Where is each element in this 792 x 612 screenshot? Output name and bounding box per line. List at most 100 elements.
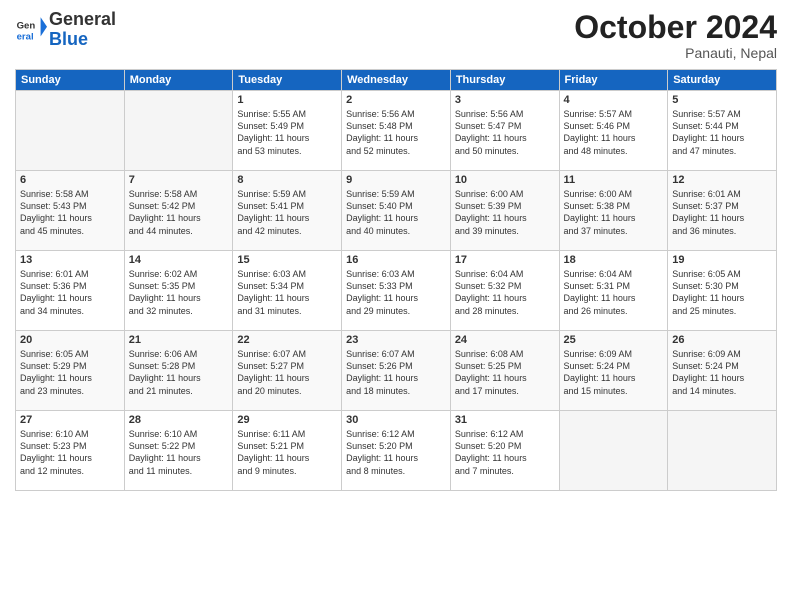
day-info: Sunrise: 6:12 AM Sunset: 5:20 PM Dayligh… [455, 428, 555, 477]
day-number: 18 [564, 254, 664, 266]
day-info: Sunrise: 6:01 AM Sunset: 5:36 PM Dayligh… [20, 268, 120, 317]
day-info: Sunrise: 6:04 AM Sunset: 5:32 PM Dayligh… [455, 268, 555, 317]
day-number: 28 [129, 414, 229, 426]
day-info: Sunrise: 6:07 AM Sunset: 5:27 PM Dayligh… [237, 348, 337, 397]
day-number: 17 [455, 254, 555, 266]
calendar-cell: 9Sunrise: 5:59 AM Sunset: 5:40 PM Daylig… [342, 171, 451, 251]
day-number: 21 [129, 334, 229, 346]
calendar-cell: 4 Sunrise: 5:57 AM Sunset: 5:46 PM Daylig… [559, 91, 668, 171]
calendar-cell: 24 Sunrise: 6:08 AM Sunset: 5:25 PM Dayli… [450, 331, 559, 411]
day-info: Sunrise: 6:08 AM Sunset: 5:25 PM Dayligh… [455, 348, 555, 397]
calendar-cell: 17 Sunrise: 6:04 AM Sunset: 5:32 PM Dayli… [450, 251, 559, 331]
day-info: Sunrise: 6:03 AM Sunset: 5:33 PM Dayligh… [346, 268, 446, 317]
calendar-cell [16, 91, 125, 171]
calendar-cell: 28 Sunrise: 6:10 AM Sunset: 5:22 PM Dayli… [124, 411, 233, 491]
calendar-cell: 7 Sunrise: 5:58 AM Sunset: 5:42 PM Daylig… [124, 171, 233, 251]
svg-text:Gen: Gen [17, 20, 36, 31]
calendar-cell: 1 Sunrise: 5:55 AM Sunset: 5:49 PM Daylig… [233, 91, 342, 171]
day-info: Sunrise: 6:01 AM Sunset: 5:37 PM Dayligh… [672, 188, 772, 237]
day-info: Sunrise: 5:59 AM Sunset: 5:41 PM Dayligh… [237, 188, 337, 237]
calendar-cell: 23 Sunrise: 6:07 AM Sunset: 5:26 PM Dayli… [342, 331, 451, 411]
header: Gen eral General Blue October 2024 Panau… [15, 10, 777, 61]
day-number: 19 [672, 254, 772, 266]
day-info: Sunrise: 5:56 AM Sunset: 5:47 PM Dayligh… [455, 108, 555, 157]
month-title: October 2024 [574, 10, 777, 45]
logo-icon: Gen eral [15, 14, 47, 46]
day-number: 13 [20, 254, 120, 266]
day-info: Sunrise: 6:11 AM Sunset: 5:21 PM Dayligh… [237, 428, 337, 477]
day-of-week-wednesday: Wednesday [342, 70, 451, 91]
calendar-cell: 3 Sunrise: 5:56 AM Sunset: 5:47 PM Daylig… [450, 91, 559, 171]
day-number: 8 [237, 174, 337, 186]
logo-general: General [49, 10, 116, 30]
calendar-week-3: 13 Sunrise: 6:01 AM Sunset: 5:36 PM Dayli… [16, 251, 777, 331]
calendar-cell: 27 Sunrise: 6:10 AM Sunset: 5:23 PM Dayli… [16, 411, 125, 491]
day-info: Sunrise: 6:10 AM Sunset: 5:22 PM Dayligh… [129, 428, 229, 477]
calendar-cell: 22Sunrise: 6:07 AM Sunset: 5:27 PM Dayli… [233, 331, 342, 411]
day-info: Sunrise: 6:09 AM Sunset: 5:24 PM Dayligh… [564, 348, 664, 397]
calendar-cell: 18 Sunrise: 6:04 AM Sunset: 5:31 PM Dayli… [559, 251, 668, 331]
calendar-cell [668, 411, 777, 491]
day-info: Sunrise: 5:56 AM Sunset: 5:48 PM Dayligh… [346, 108, 446, 157]
calendar-cell: 16 Sunrise: 6:03 AM Sunset: 5:33 PM Dayli… [342, 251, 451, 331]
logo: Gen eral General Blue [15, 10, 116, 50]
calendar-cell: 30 Sunrise: 6:12 AM Sunset: 5:20 PM Dayli… [342, 411, 451, 491]
day-number: 2 [346, 94, 446, 106]
logo-blue: Blue [49, 30, 116, 50]
calendar-cell: 25Sunrise: 6:09 AM Sunset: 5:24 PM Dayli… [559, 331, 668, 411]
calendar-cell: 13 Sunrise: 6:01 AM Sunset: 5:36 PM Dayli… [16, 251, 125, 331]
day-info: Sunrise: 6:07 AM Sunset: 5:26 PM Dayligh… [346, 348, 446, 397]
calendar-cell: 14Sunrise: 6:02 AM Sunset: 5:35 PM Dayli… [124, 251, 233, 331]
day-of-week-thursday: Thursday [450, 70, 559, 91]
calendar-cell: 6 Sunrise: 5:58 AM Sunset: 5:43 PM Daylig… [16, 171, 125, 251]
calendar-week-1: 1 Sunrise: 5:55 AM Sunset: 5:49 PM Daylig… [16, 91, 777, 171]
calendar-cell: 21 Sunrise: 6:06 AM Sunset: 5:28 PM Dayli… [124, 331, 233, 411]
day-of-week-saturday: Saturday [668, 70, 777, 91]
day-number: 24 [455, 334, 555, 346]
day-info: Sunrise: 5:57 AM Sunset: 5:46 PM Dayligh… [564, 108, 664, 157]
calendar-week-4: 20Sunrise: 6:05 AM Sunset: 5:29 PM Dayli… [16, 331, 777, 411]
calendar-week-5: 27 Sunrise: 6:10 AM Sunset: 5:23 PM Dayli… [16, 411, 777, 491]
calendar-cell: 8 Sunrise: 5:59 AM Sunset: 5:41 PM Daylig… [233, 171, 342, 251]
day-info: Sunrise: 6:04 AM Sunset: 5:31 PM Dayligh… [564, 268, 664, 317]
day-info: Sunrise: 5:58 AM Sunset: 5:42 PM Dayligh… [129, 188, 229, 237]
day-number: 23 [346, 334, 446, 346]
calendar-cell: 20Sunrise: 6:05 AM Sunset: 5:29 PM Dayli… [16, 331, 125, 411]
day-number: 29 [237, 414, 337, 426]
day-number: 14 [129, 254, 229, 266]
calendar-cell: 19 Sunrise: 6:05 AM Sunset: 5:30 PM Dayli… [668, 251, 777, 331]
day-info: Sunrise: 6:03 AM Sunset: 5:34 PM Dayligh… [237, 268, 337, 317]
calendar-cell [124, 91, 233, 171]
day-info: Sunrise: 5:55 AM Sunset: 5:49 PM Dayligh… [237, 108, 337, 157]
day-number: 7 [129, 174, 229, 186]
calendar-cell: 29 Sunrise: 6:11 AM Sunset: 5:21 PM Dayli… [233, 411, 342, 491]
day-number: 12 [672, 174, 772, 186]
day-info: Sunrise: 6:05 AM Sunset: 5:30 PM Dayligh… [672, 268, 772, 317]
title-area: October 2024 Panauti, Nepal [574, 10, 777, 61]
svg-text:eral: eral [17, 31, 34, 42]
day-info: Sunrise: 5:59 AM Sunset: 5:40 PM Dayligh… [346, 188, 446, 237]
day-number: 30 [346, 414, 446, 426]
day-number: 3 [455, 94, 555, 106]
day-of-week-tuesday: Tuesday [233, 70, 342, 91]
calendar-cell: 2 Sunrise: 5:56 AM Sunset: 5:48 PM Daylig… [342, 91, 451, 171]
day-number: 4 [564, 94, 664, 106]
day-info: Sunrise: 6:09 AM Sunset: 5:24 PM Dayligh… [672, 348, 772, 397]
calendar-cell: 11Sunrise: 6:00 AM Sunset: 5:38 PM Dayli… [559, 171, 668, 251]
day-info: Sunrise: 6:00 AM Sunset: 5:38 PM Dayligh… [564, 188, 664, 237]
calendar-cell [559, 411, 668, 491]
day-info: Sunrise: 5:58 AM Sunset: 5:43 PM Dayligh… [20, 188, 120, 237]
day-number: 31 [455, 414, 555, 426]
day-number: 1 [237, 94, 337, 106]
day-info: Sunrise: 6:10 AM Sunset: 5:23 PM Dayligh… [20, 428, 120, 477]
day-number: 15 [237, 254, 337, 266]
calendar-header-row: SundayMondayTuesdayWednesdayThursdayFrid… [16, 70, 777, 91]
page: Gen eral General Blue October 2024 Panau… [0, 0, 792, 612]
day-info: Sunrise: 6:06 AM Sunset: 5:28 PM Dayligh… [129, 348, 229, 397]
day-number: 6 [20, 174, 120, 186]
day-number: 16 [346, 254, 446, 266]
day-number: 27 [20, 414, 120, 426]
day-info: Sunrise: 6:12 AM Sunset: 5:20 PM Dayligh… [346, 428, 446, 477]
day-info: Sunrise: 5:57 AM Sunset: 5:44 PM Dayligh… [672, 108, 772, 157]
calendar-cell: 5Sunrise: 5:57 AM Sunset: 5:44 PM Daylig… [668, 91, 777, 171]
